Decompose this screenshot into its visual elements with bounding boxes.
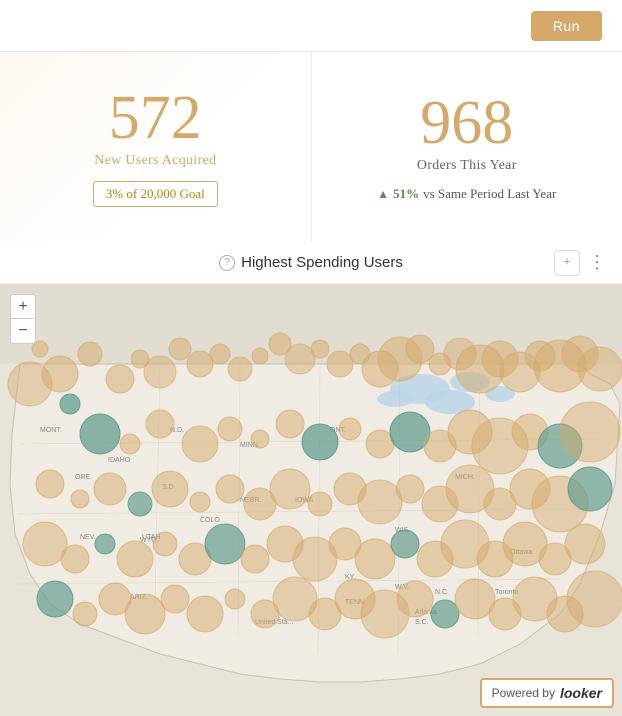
map-title-text: Highest Spending Users [241, 254, 403, 271]
more-options-button[interactable]: ⋮ [588, 252, 606, 273]
svg-text:COLO.: COLO. [200, 517, 222, 524]
kpi-orders-label: Orders This Year [417, 158, 517, 174]
map-actions: + ⋮ [554, 250, 606, 276]
run-button[interactable]: Run [531, 11, 602, 41]
svg-text:NEV.: NEV. [80, 534, 96, 541]
trend-label: vs Same Period Last Year [423, 186, 556, 202]
header-bar: Run [0, 0, 622, 52]
map-container: ORE. IDAHO MONT. N.D. S.D. MINN. ONT. NE… [0, 284, 622, 716]
map-header: ? Highest Spending Users + ⋮ [0, 242, 622, 284]
kpi-users-sublabel: 3% of 20,000 Goal [93, 181, 218, 207]
kpi-card-orders: 968 Orders This Year ▲ 51% vs Same Perio… [312, 52, 622, 242]
svg-text:IDAHO: IDAHO [108, 457, 131, 464]
map-section: ? Highest Spending Users + ⋮ [0, 242, 622, 716]
kpi-users-number: 572 [109, 87, 202, 149]
kpi-row: 572 New Users Acquired 3% of 20,000 Goal… [0, 52, 622, 242]
looker-brand: looker [560, 685, 602, 701]
map-svg: ORE. IDAHO MONT. N.D. S.D. MINN. ONT. NE… [0, 284, 622, 716]
help-icon[interactable]: ? [219, 255, 235, 271]
map-title: ? Highest Spending Users [219, 254, 403, 271]
svg-text:ORE.: ORE. [75, 474, 92, 481]
kpi-card-users: 572 New Users Acquired 3% of 20,000 Goal [0, 52, 312, 242]
svg-text:MONT.: MONT. [40, 427, 62, 434]
zoom-out-button[interactable]: − [11, 319, 35, 343]
alert-button[interactable]: + [554, 250, 580, 276]
kpi-orders-trend: ▲ 51% vs Same Period Last Year [377, 186, 556, 202]
powered-by-footer: Powered by looker [480, 678, 614, 708]
zoom-in-button[interactable]: + [11, 295, 35, 319]
kpi-users-label: New Users Acquired [94, 153, 216, 169]
svg-text:S.C.: S.C. [415, 619, 429, 626]
zoom-controls: + − [10, 294, 36, 344]
trend-percentage: 51% [393, 186, 419, 202]
powered-text: Powered by [492, 686, 555, 700]
svg-text:N.C.: N.C. [435, 589, 449, 596]
trend-arrow-icon: ▲ [377, 187, 389, 202]
kpi-orders-number: 968 [420, 92, 513, 154]
